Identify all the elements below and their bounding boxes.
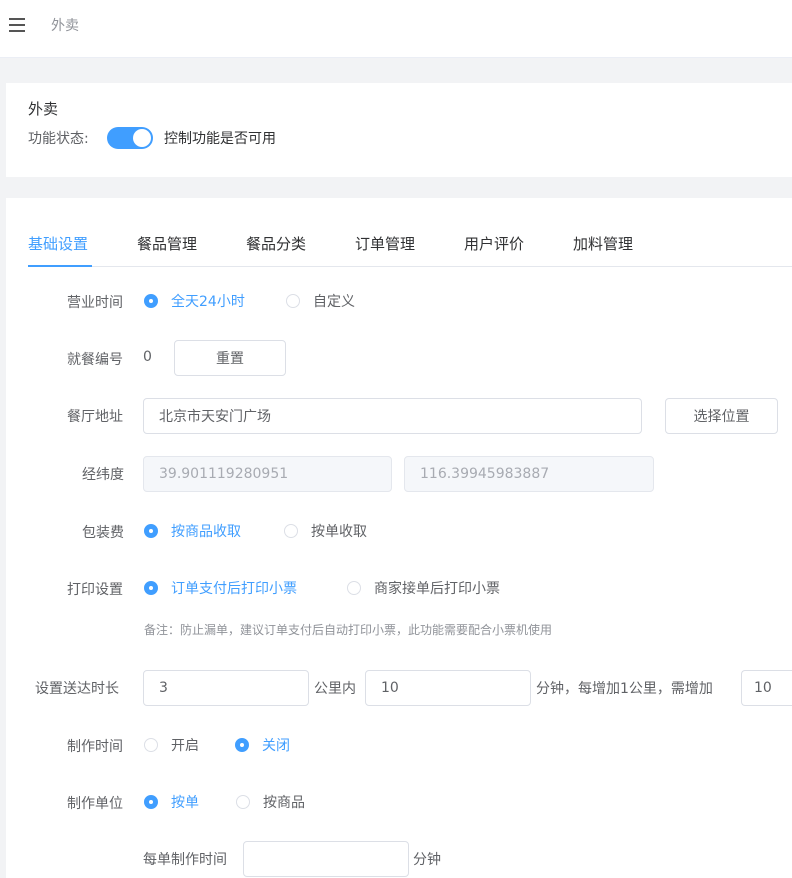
- feature-status-card: 外卖 功能状态: 控制功能是否可用: [6, 83, 792, 177]
- radio-dot: [144, 524, 158, 538]
- settings-card: 基础设置 餐品管理 餐品分类 订单管理 用户评价 加料管理 营业时间 全天24小…: [6, 198, 792, 878]
- radio-label: 关闭: [262, 738, 290, 754]
- radio-dot: [144, 795, 158, 809]
- radio-label: 按商品: [263, 795, 305, 811]
- longitude-input: [404, 456, 654, 492]
- select-location-button[interactable]: 选择位置: [665, 398, 778, 434]
- per-order-prep-input[interactable]: [243, 841, 409, 877]
- top-bar: 外卖: [0, 0, 792, 58]
- delivery-time-label: 设置送达时长: [35, 681, 119, 697]
- feature-status-desc: 控制功能是否可用: [164, 131, 276, 147]
- radio-label: 全天24小时: [171, 294, 245, 310]
- per-order-unit-text: 分钟: [413, 852, 441, 868]
- tab-basic-settings[interactable]: 基础设置: [28, 233, 88, 267]
- distance-unit-text: 公里内: [314, 681, 356, 697]
- extra-time-text: 分钟，每增加1公里，需增加: [536, 681, 713, 697]
- meal-number-value: 0: [143, 349, 152, 365]
- prep-time-option-on[interactable]: 开启: [144, 735, 199, 755]
- reset-button[interactable]: 重置: [174, 340, 286, 376]
- radio-dot: [284, 524, 298, 538]
- settings-tabs: 基础设置 餐品管理 餐品分类 订单管理 用户评价 加料管理: [28, 233, 792, 267]
- address-label: 餐厅地址: [67, 409, 123, 425]
- radio-dot: [144, 738, 158, 752]
- packing-fee-option-per-item[interactable]: 按商品收取: [144, 521, 241, 541]
- menu-toggle-icon[interactable]: [9, 18, 27, 34]
- radio-label: 按商品收取: [171, 524, 241, 540]
- radio-label: 按单: [171, 795, 199, 811]
- extra-minutes-input[interactable]: [741, 670, 792, 706]
- business-hours-option-custom[interactable]: 自定义: [286, 291, 355, 311]
- meal-number-label: 就餐编号: [67, 352, 123, 368]
- feature-status-label: 功能状态:: [28, 131, 89, 147]
- coordinates-label: 经纬度: [82, 467, 124, 483]
- feature-title: 外卖: [28, 100, 59, 118]
- prep-unit-label: 制作单位: [67, 796, 123, 812]
- tab-meal-management[interactable]: 餐品管理: [137, 233, 197, 267]
- radio-dot: [286, 294, 300, 308]
- radio-dot: [347, 581, 361, 595]
- prep-unit-option-per-order[interactable]: 按单: [144, 792, 199, 812]
- print-settings-label: 打印设置: [67, 582, 123, 598]
- business-hours-option-allday[interactable]: 全天24小时: [144, 291, 245, 311]
- radio-label: 自定义: [313, 294, 355, 310]
- delivery-distance-input[interactable]: [143, 670, 309, 706]
- feature-toggle-switch[interactable]: [107, 127, 153, 149]
- radio-label: 商家接单后打印小票: [374, 581, 500, 597]
- print-settings-note: 备注：防止漏单，建议订单支付后自动打印小票，此功能需要配合小票机使用: [144, 623, 553, 637]
- switch-knob: [133, 129, 151, 147]
- packing-fee-label: 包装费: [82, 525, 124, 541]
- radio-dot: [236, 795, 250, 809]
- tab-addon-management[interactable]: 加料管理: [573, 233, 633, 267]
- breadcrumb[interactable]: 外卖: [51, 15, 79, 35]
- prep-unit-option-per-item[interactable]: 按商品: [236, 792, 305, 812]
- print-option-after-payment[interactable]: 订单支付后打印小票: [144, 578, 297, 598]
- business-hours-label: 营业时间: [67, 295, 123, 311]
- address-input[interactable]: [143, 398, 642, 434]
- packing-fee-option-per-order[interactable]: 按单收取: [284, 521, 367, 541]
- per-order-prep-label: 每单制作时间: [143, 852, 227, 868]
- active-tab-indicator: [28, 265, 92, 267]
- radio-dot: [144, 294, 158, 308]
- radio-label: 开启: [171, 738, 199, 754]
- prep-time-option-off[interactable]: 关闭: [235, 735, 290, 755]
- print-option-after-accept[interactable]: 商家接单后打印小票: [347, 578, 500, 598]
- tab-meal-category[interactable]: 餐品分类: [246, 233, 306, 267]
- radio-dot: [235, 738, 249, 752]
- prep-time-label: 制作时间: [67, 739, 123, 755]
- latitude-input: [143, 456, 392, 492]
- tab-user-reviews[interactable]: 用户评价: [464, 233, 524, 267]
- delivery-minutes-input[interactable]: [365, 670, 531, 706]
- radio-label: 订单支付后打印小票: [171, 581, 297, 597]
- tab-order-management[interactable]: 订单管理: [355, 233, 415, 267]
- radio-label: 按单收取: [311, 524, 367, 540]
- radio-dot: [144, 581, 158, 595]
